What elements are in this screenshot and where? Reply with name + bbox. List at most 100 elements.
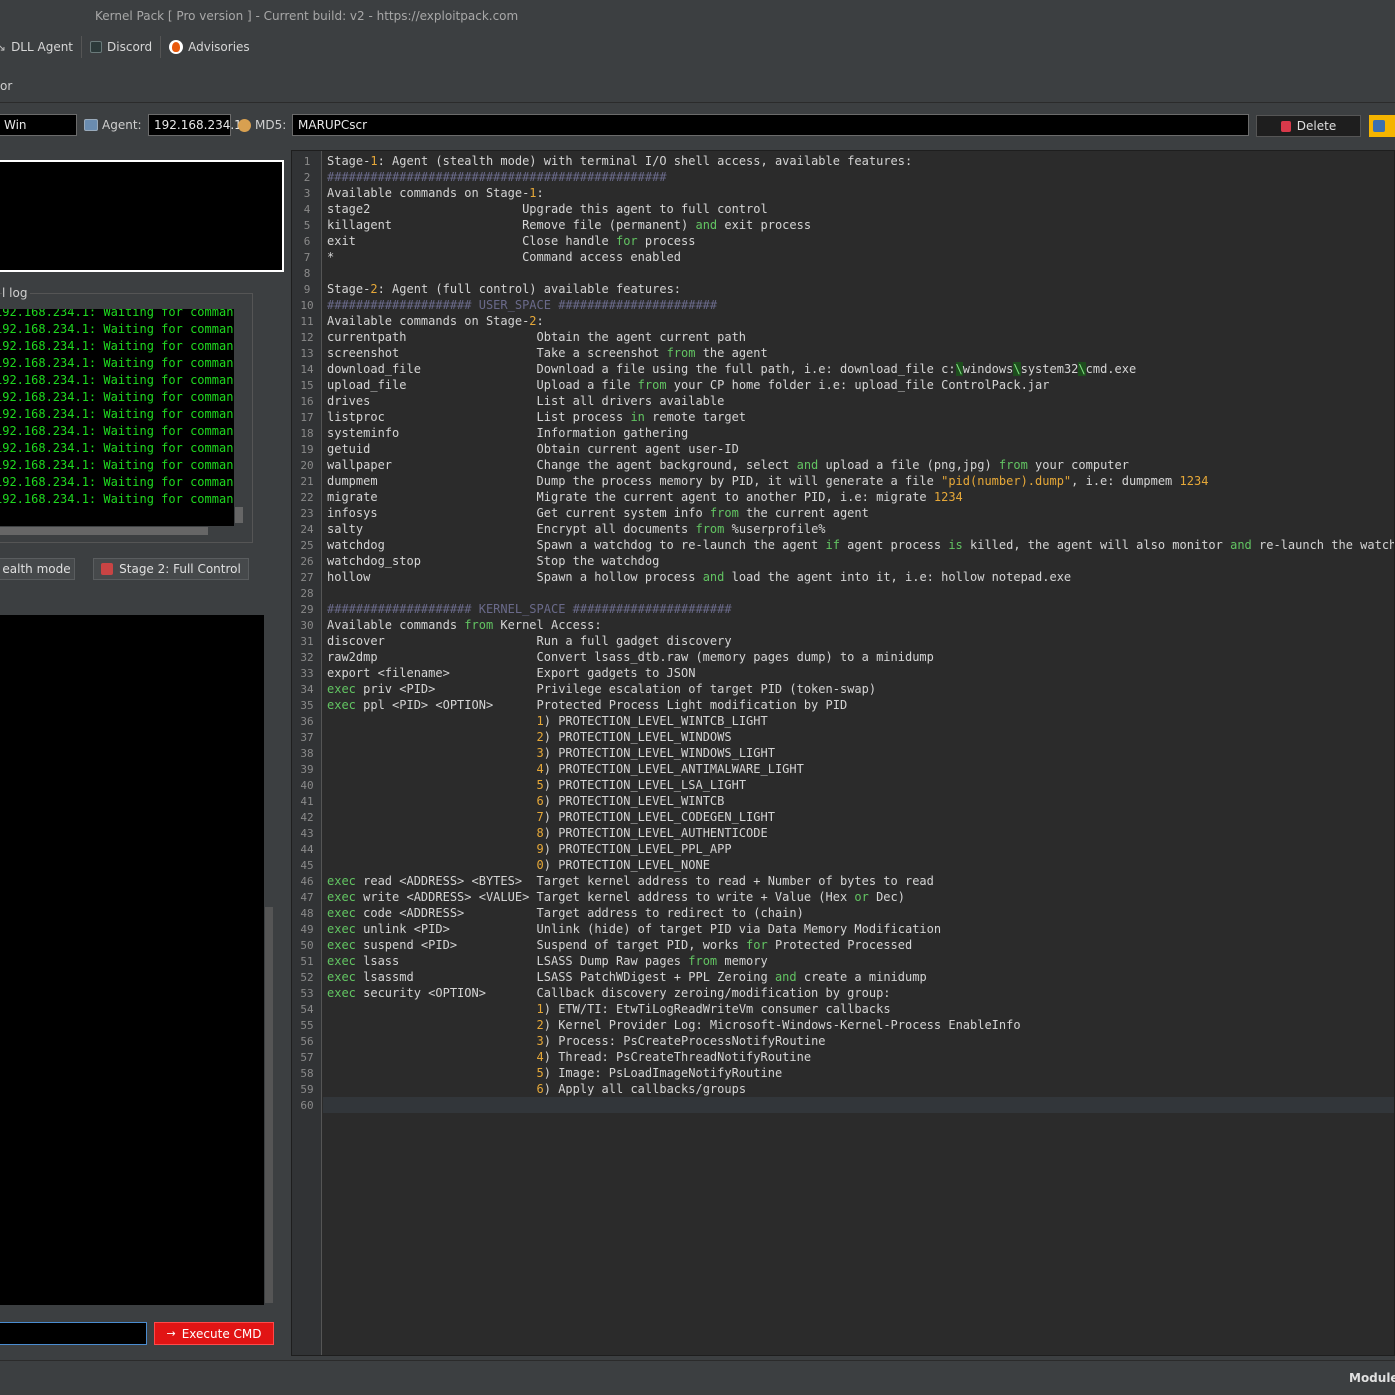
code-editor[interactable]: 1 2 3 4 5 6 7 8 9 10 11 12 13 14 15 16 17 18 19 20 21 22 23 24 2…: [291, 150, 1395, 1356]
code-line[interactable]: 2) Kernel Provider Log: Microsoft-Window…: [327, 1017, 1394, 1033]
code-line[interactable]: export <filename> Export gadgets to JSON: [327, 665, 1394, 681]
code-line[interactable]: download_file Download a file using the …: [327, 361, 1394, 377]
log-hscrollbar[interactable]: [0, 526, 244, 536]
code-line[interactable]: 5) PROTECTION_LEVEL_LSA_LIGHT: [327, 777, 1394, 793]
line-number: 41: [300, 795, 314, 808]
code-line[interactable]: hollow Spawn a hollow process and load t…: [327, 569, 1394, 585]
code-line[interactable]: ​: [327, 585, 1394, 601]
code-line[interactable]: migrate Migrate the current agent to ano…: [327, 489, 1394, 505]
code-line[interactable]: 7) PROTECTION_LEVEL_CODEGEN_LIGHT: [327, 809, 1394, 825]
code-content[interactable]: Stage-1: Agent (stealth mode) with termi…: [327, 153, 1394, 1113]
terminal-output: [0, 615, 264, 1305]
dll-agent-button[interactable]: ↘ DLL Agent: [0, 34, 81, 60]
code-line[interactable]: exit Close handle for process: [327, 233, 1394, 249]
code-line[interactable]: #################### USER_SPACE ########…: [327, 297, 1394, 313]
code-line[interactable]: wallpaper Change the agent background, s…: [327, 457, 1394, 473]
code-line[interactable]: exec read <ADDRESS> <BYTES> Target kerne…: [327, 873, 1394, 889]
code-line[interactable]: listproc List process in remote target: [327, 409, 1394, 425]
trash-icon: [1280, 120, 1291, 132]
cookie-icon: [238, 118, 251, 132]
code-line[interactable]: watchdog_stop Stop the watchdog: [327, 553, 1394, 569]
code-line[interactable]: getuid Obtain current agent user-ID: [327, 441, 1394, 457]
code-line[interactable]: * Command access enabled: [327, 249, 1394, 265]
code-line[interactable]: killagent Remove file (permanent) and ex…: [327, 217, 1394, 233]
code-line[interactable]: 2) PROTECTION_LEVEL_WINDOWS: [327, 729, 1394, 745]
terminal-vscrollbar[interactable]: [264, 615, 274, 1305]
line-number: 34: [300, 683, 314, 696]
code-line[interactable]: #################### KERNEL_SPACE ######…: [327, 601, 1394, 617]
command-input[interactable]: [0, 1322, 147, 1345]
code-line[interactable]: exec suspend <PID> Suspend of target PID…: [327, 937, 1394, 953]
code-line[interactable]: 5) Image: PsLoadImageNotifyRoutine: [327, 1065, 1394, 1081]
save-button[interactable]: [1369, 115, 1395, 137]
code-line[interactable]: salty Encrypt all documents from %userpr…: [327, 521, 1394, 537]
code-line[interactable]: drives List all drivers available: [327, 393, 1394, 409]
code-line[interactable]: watchdog Spawn a watchdog to re-launch t…: [327, 537, 1394, 553]
line-number: 28: [300, 587, 314, 600]
agent-bar: Win Agent: 192.168.234.1 MD5: MARUPCscr …: [0, 114, 1395, 138]
code-line[interactable]: Available commands from Kernel Access:: [327, 617, 1394, 633]
code-line[interactable]: screenshot Take a screenshot from the ag…: [327, 345, 1394, 361]
code-line[interactable]: 8) PROTECTION_LEVEL_AUTHENTICODE: [327, 825, 1394, 841]
code-line[interactable]: exec security <OPTION> Callback discover…: [327, 985, 1394, 1001]
discord-button[interactable]: Discord: [82, 34, 160, 60]
code-line[interactable]: dumpmem Dump the process memory by PID, …: [327, 473, 1394, 489]
code-line[interactable]: 3) Process: PsCreateProcessNotifyRoutine: [327, 1033, 1394, 1049]
log-line: 192.168.234.1: Waiting for command: [0, 309, 241, 319]
line-number: 53: [300, 987, 314, 1000]
code-line[interactable]: systeminfo Information gathering: [327, 425, 1394, 441]
menu-item-partial[interactable]: or: [0, 79, 12, 93]
log-line: 192.168.234.1: Waiting for command: [0, 390, 241, 404]
code-line[interactable]: 3) PROTECTION_LEVEL_WINDOWS_LIGHT: [327, 745, 1394, 761]
dll-agent-label: DLL Agent: [11, 40, 74, 54]
code-line[interactable]: raw2dmp Convert lsass_dtb.raw (memory pa…: [327, 649, 1394, 665]
code-line[interactable]: 9) PROTECTION_LEVEL_PPL_APP: [327, 841, 1394, 857]
code-line[interactable]: exec lsass LSASS Dump Raw pages from mem…: [327, 953, 1394, 969]
code-line[interactable]: Stage-2: Agent (full control) available …: [327, 281, 1394, 297]
code-line[interactable]: upload_file Upload a file from your CP h…: [327, 377, 1394, 393]
window-title: Kernel Pack [ Pro version ] - Current bu…: [95, 9, 519, 23]
os-field[interactable]: Win: [0, 114, 77, 136]
code-line[interactable]: exec lsassmd LSASS PatchWDigest + PPL Ze…: [327, 969, 1394, 985]
code-line[interactable]: 0) PROTECTION_LEVEL_NONE: [327, 857, 1394, 873]
log-legend: l log: [2, 286, 31, 300]
code-line[interactable]: stage2 Upgrade this agent to full contro…: [327, 201, 1394, 217]
stealth-mode-button[interactable]: ealth mode: [0, 558, 75, 580]
md5-field[interactable]: MARUPCscr: [292, 114, 1249, 136]
code-line[interactable]: exec unlink <PID> Unlink (hide) of targe…: [327, 921, 1394, 937]
code-line[interactable]: Available commands on Stage-1:: [327, 185, 1394, 201]
code-line[interactable]: currentpath Obtain the agent current pat…: [327, 329, 1394, 345]
code-line[interactable]: ########################################…: [327, 169, 1394, 185]
advisories-button[interactable]: Advisories: [161, 34, 258, 60]
code-line[interactable]: discover Run a full gadget discovery: [327, 633, 1394, 649]
terminal-scroll-thumb[interactable]: [265, 907, 273, 1303]
advisories-label: Advisories: [188, 40, 250, 54]
line-number: 42: [300, 811, 314, 824]
execute-cmd-button[interactable]: → Execute CMD: [154, 1322, 274, 1345]
code-line[interactable]: Stage-1: Agent (stealth mode) with termi…: [327, 153, 1394, 169]
line-number: 15: [300, 379, 314, 392]
log-scroll-thumb[interactable]: [235, 507, 243, 523]
code-line[interactable]: Available commands on Stage-2:: [327, 313, 1394, 329]
log-vscrollbar[interactable]: [234, 309, 244, 526]
code-line[interactable]: 6) Apply all callbacks/groups: [327, 1081, 1394, 1097]
line-number: 26: [300, 555, 314, 568]
code-line[interactable]: 6) PROTECTION_LEVEL_WINTCB: [327, 793, 1394, 809]
code-line[interactable]: exec priv <PID> Privilege escalation of …: [327, 681, 1394, 697]
code-line[interactable]: 1) PROTECTION_LEVEL_WINTCB_LIGHT: [327, 713, 1394, 729]
code-line[interactable]: ​: [327, 265, 1394, 281]
code-line[interactable]: 4) Thread: PsCreateThreadNotifyRoutine: [327, 1049, 1394, 1065]
code-line[interactable]: exec ppl <PID> <OPTION> Protected Proces…: [327, 697, 1394, 713]
module-label: Module: [1349, 1371, 1395, 1385]
code-line[interactable]: ​: [327, 1097, 1394, 1113]
code-line[interactable]: infosys Get current system info from the…: [327, 505, 1394, 521]
delete-button[interactable]: Delete: [1256, 115, 1361, 137]
code-line[interactable]: 4) PROTECTION_LEVEL_ANTIMALWARE_LIGHT: [327, 761, 1394, 777]
code-line[interactable]: exec write <ADDRESS> <VALUE> Target kern…: [327, 889, 1394, 905]
code-line[interactable]: exec code <ADDRESS> Target address to re…: [327, 905, 1394, 921]
code-line[interactable]: 1) ETW/TI: EtwTiLogReadWriteVm consumer …: [327, 1001, 1394, 1017]
agent-ip-field[interactable]: 192.168.234.1: [148, 114, 242, 136]
log-line: 192.168.234.1: Waiting for command: [0, 407, 241, 421]
stage2-button[interactable]: Stage 2: Full Control: [93, 558, 249, 580]
log-hscroll-thumb[interactable]: [0, 527, 208, 535]
